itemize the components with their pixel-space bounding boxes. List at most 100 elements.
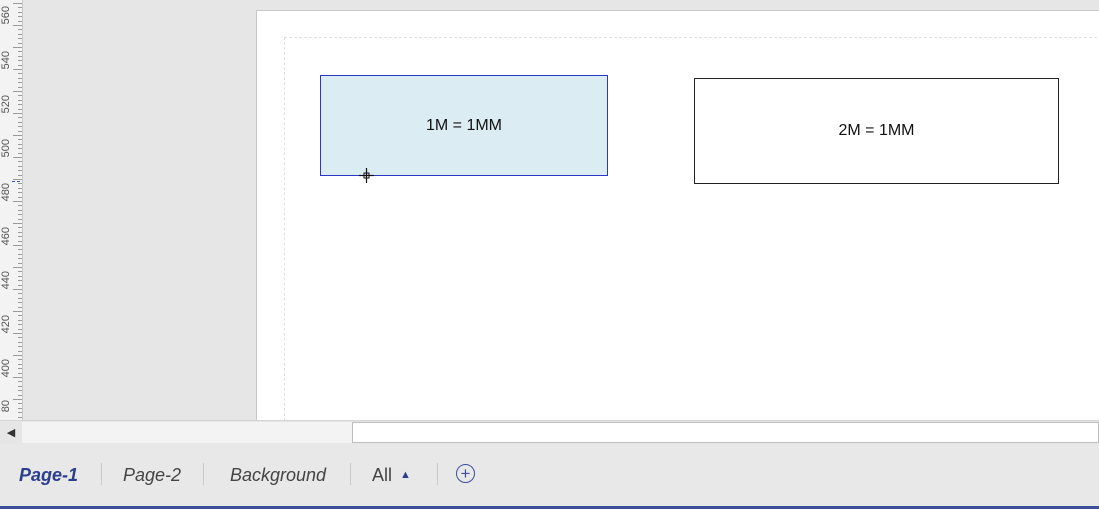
ruler-tick <box>18 170 22 172</box>
ruler-tick <box>18 174 22 176</box>
ruler-label: 420 <box>0 315 12 334</box>
ruler-tick <box>18 214 22 216</box>
ruler-tick <box>18 64 22 66</box>
ruler-tick <box>18 196 22 198</box>
ruler-tick <box>13 91 22 92</box>
ruler-tick <box>18 315 22 317</box>
tab-divider <box>350 463 351 485</box>
ruler-tick <box>18 7 22 9</box>
ruler-tick <box>13 289 22 290</box>
tab-background[interactable]: Background <box>230 444 326 506</box>
horizontal-scrollbar[interactable]: ◀ <box>0 420 1099 445</box>
caret-up-icon: ▲ <box>400 469 411 481</box>
ruler-tick <box>18 394 22 396</box>
ruler-tick <box>18 280 22 282</box>
drawing-page[interactable] <box>256 10 1099 420</box>
ruler-tick <box>13 113 22 114</box>
ruler-tick <box>13 25 22 26</box>
ruler-tick <box>18 346 22 348</box>
scrollbar-track[interactable] <box>22 422 352 443</box>
ruler-tick <box>18 253 22 255</box>
plus-icon: + <box>460 464 471 483</box>
ruler-tick <box>13 333 22 334</box>
ruler-tick <box>18 86 22 88</box>
ruler-tick <box>18 381 22 383</box>
ruler-tick <box>18 337 22 339</box>
ruler-tick <box>18 73 22 75</box>
ruler-label: 560 <box>0 6 12 25</box>
scrollbar-thumb[interactable] <box>352 422 1099 443</box>
shape-2-text: 2M = 1MM <box>838 122 915 139</box>
ruler-tick <box>13 311 22 312</box>
ruler-tick <box>18 363 22 365</box>
ruler-label: 460 <box>0 227 12 246</box>
ruler-tick <box>18 416 22 418</box>
ruler-tick <box>13 355 22 356</box>
ruler-tick <box>18 11 22 13</box>
add-page-button[interactable]: + <box>456 464 475 483</box>
ruler-tick <box>18 341 22 343</box>
ruler-tick <box>18 350 22 352</box>
ruler-tick <box>18 29 22 31</box>
ruler-tick <box>13 377 22 378</box>
tab-divider <box>101 463 102 485</box>
ruler-label: 500 <box>0 139 12 158</box>
ruler-tick <box>18 284 22 286</box>
ruler-tick <box>18 209 22 211</box>
tab-all-pages[interactable]: All ▲ <box>372 444 411 506</box>
ruler-tick <box>13 245 22 246</box>
rectangle-shape-1[interactable]: 1M = 1MM <box>320 75 608 176</box>
ruler-tick <box>18 77 22 79</box>
ruler-tick <box>18 368 22 370</box>
tab-page-2[interactable]: Page-2 <box>123 444 181 506</box>
rectangle-shape-2[interactable]: 2M = 1MM <box>694 78 1059 184</box>
move-cursor-icon <box>359 168 374 183</box>
ruler-tick <box>18 139 22 141</box>
ruler-tick <box>18 258 22 260</box>
ruler-tick <box>18 152 22 154</box>
ruler-tick <box>18 165 22 167</box>
ruler-label: 400 <box>0 359 12 378</box>
ruler-label: 480 <box>0 183 12 202</box>
ruler-tick <box>18 249 22 251</box>
ruler-tick <box>18 187 22 189</box>
ruler-tick <box>13 69 22 70</box>
ruler-tick <box>18 262 22 264</box>
tab-divider <box>203 463 204 485</box>
ruler-tick <box>18 126 22 128</box>
ruler-tick <box>18 328 22 330</box>
ruler-tick <box>18 236 22 238</box>
ruler-label: 80 <box>0 400 12 413</box>
ruler-tick <box>18 385 22 387</box>
ruler-tick <box>18 407 22 409</box>
ruler-tick <box>18 359 22 361</box>
ruler-tick <box>18 148 22 150</box>
drawing-canvas[interactable]: 1M = 1MM 2M = 1MM <box>23 0 1099 420</box>
tab-page-1[interactable]: Page-1 <box>19 444 78 506</box>
tab-divider <box>437 463 438 485</box>
ruler-tick <box>18 271 22 273</box>
ruler-tick <box>18 297 22 299</box>
ruler-tick <box>18 403 22 405</box>
vertical-ruler: 560 540 520 500 480 460 440 420 400 80 <box>0 0 23 420</box>
ruler-tick <box>18 293 22 295</box>
ruler-label: 440 <box>0 271 12 290</box>
ruler-tick <box>18 372 22 374</box>
scroll-left-arrow-icon[interactable]: ◀ <box>0 421 22 444</box>
ruler-label: 520 <box>0 95 12 114</box>
ruler-tick <box>18 108 22 110</box>
ruler-tick <box>18 240 22 242</box>
ruler-tick <box>18 231 22 233</box>
ruler-tick <box>13 201 22 202</box>
ruler-tick <box>13 135 22 136</box>
ruler-tick <box>13 157 22 158</box>
ruler-tick <box>18 412 22 414</box>
ruler-tick <box>18 33 22 35</box>
ruler-tick <box>18 183 22 185</box>
shape-1-text: 1M = 1MM <box>425 116 502 134</box>
ruler-tick <box>18 117 22 119</box>
ruler-tick <box>18 104 22 106</box>
ruler-tick <box>13 3 22 4</box>
ruler-tick <box>18 275 22 277</box>
ruler-tick <box>18 60 22 62</box>
